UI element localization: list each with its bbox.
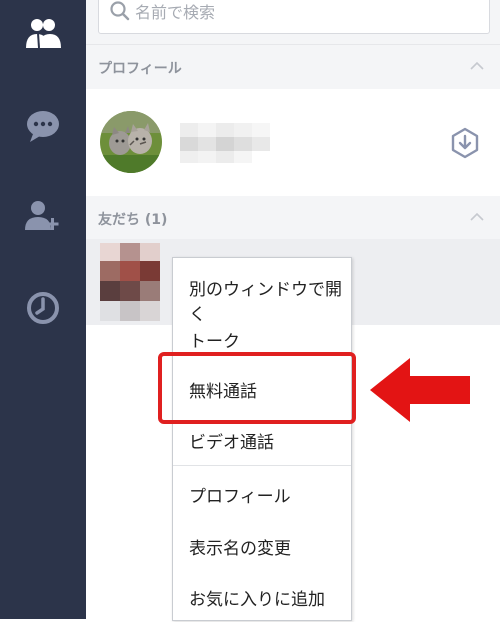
search-box[interactable] xyxy=(98,0,490,34)
profile-section-header[interactable]: プロフィール xyxy=(86,45,500,90)
section-title: プロフィール xyxy=(98,61,182,77)
search-icon xyxy=(110,1,130,21)
menu-item-rename[interactable]: 表示名の変更 xyxy=(173,519,351,571)
highlight-box xyxy=(158,352,356,424)
history-icon[interactable] xyxy=(21,286,65,330)
menu-separator xyxy=(173,465,351,466)
context-menu: 別のウィンドウで開く トーク 無料通話 ビデオ通話 プロフィール 表示名の変更 … xyxy=(172,257,352,621)
avatar xyxy=(100,111,162,173)
my-profile-row[interactable] xyxy=(86,89,500,195)
friends-icon[interactable] xyxy=(21,12,65,56)
section-title: 友だち (1) xyxy=(98,212,168,228)
menu-item-add-favorite[interactable]: お気に入りに追加 xyxy=(173,570,351,622)
menu-item-open-window[interactable]: 別のウィンドウで開く xyxy=(173,260,351,325)
chat-icon[interactable] xyxy=(21,104,65,148)
profile-name-blurred xyxy=(180,123,280,163)
chevron-up-icon[interactable] xyxy=(470,61,484,71)
download-icon[interactable] xyxy=(450,127,480,159)
sidebar xyxy=(0,0,86,619)
add-friend-icon[interactable] xyxy=(21,196,65,240)
menu-item-profile[interactable]: プロフィール xyxy=(173,467,351,519)
menu-item-label: プロフィール xyxy=(189,487,291,507)
menu-item-label: 表示名の変更 xyxy=(189,539,291,559)
menu-item-label: お気に入りに追加 xyxy=(189,590,325,610)
friend-avatar-blurred xyxy=(100,243,162,321)
search-input[interactable] xyxy=(135,0,475,27)
menu-item-label: トーク xyxy=(189,332,240,352)
friends-section-header[interactable]: 友だち (1) xyxy=(86,196,500,241)
menu-item-label: ビデオ通話 xyxy=(189,433,274,453)
search-bar xyxy=(86,0,500,45)
red-arrow-icon xyxy=(370,358,470,422)
chevron-up-icon[interactable] xyxy=(470,212,484,222)
